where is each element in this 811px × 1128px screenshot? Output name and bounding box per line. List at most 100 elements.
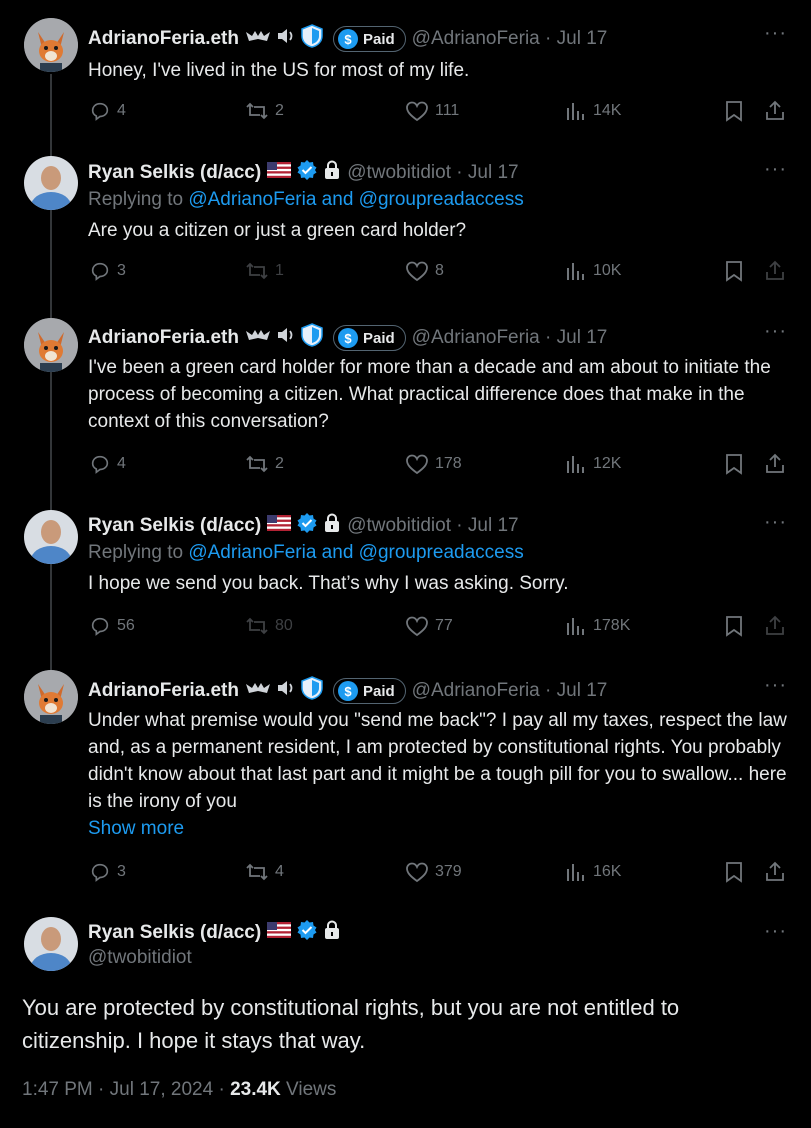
tweet-date[interactable]: Jul 17 [468,162,519,184]
more-options-button[interactable]: ··· [764,920,787,943]
replying-to-link[interactable]: @AdrianoFeria and @groupreadaccess [188,542,523,563]
reply-button[interactable]: 4 [89,100,126,122]
tweet-header: AdrianoFeria.eth $ Paid @AdrianoFeria · J… [88,323,607,353]
paid-badge[interactable]: $ Paid [332,678,406,704]
bat-icon [245,680,271,702]
views-button[interactable]: 10K [565,260,621,282]
share-button[interactable] [764,615,786,637]
like-icon [406,862,428,883]
repost-button[interactable]: 1 [245,260,284,282]
tweet-header: AdrianoFeria.eth $ Paid @AdrianoFeria · J… [88,676,607,706]
bookmark-button[interactable] [724,861,744,883]
author-handle[interactable]: @AdrianoFeria [412,28,540,50]
focus-tweet[interactable]: Ryan Selkis (d/acc) @twobitidiot ··· You… [0,905,811,1128]
share-button[interactable] [764,100,786,122]
author-name[interactable]: AdrianoFeria.eth [88,680,239,702]
bookmark-button[interactable] [724,615,744,637]
more-options-button[interactable]: ··· [764,158,787,181]
author-name[interactable]: Ryan Selkis (d/acc) [88,515,261,537]
flag-us-icon [267,515,292,537]
lock-icon [323,920,341,946]
more-options-button[interactable]: ··· [764,511,787,534]
views-button[interactable]: 14K [565,100,621,122]
profile-badges [245,676,323,706]
reply-button[interactable]: 3 [89,861,126,883]
share-button[interactable] [764,260,786,282]
like-button[interactable]: 111 [405,100,459,122]
like-button[interactable]: 178 [405,453,462,475]
avatar[interactable] [24,318,78,372]
views-count: 23.4K [230,1079,281,1100]
replying-to-link[interactable]: @AdrianoFeria and @groupreadaccess [188,189,523,210]
tweet-3[interactable]: AdrianoFeria.eth $ Paid @AdrianoFeria · J… [0,300,811,500]
replying-to: Replying to @AdrianoFeria and @groupread… [88,189,524,210]
tweet-timestamp[interactable]: 1:47 PM · Jul 17, 2024 · [22,1079,230,1100]
bookmark-button[interactable] [724,100,744,122]
paid-badge[interactable]: $ Paid [332,26,406,52]
tweet-date[interactable]: Jul 17 [557,327,608,349]
author-name[interactable]: AdrianoFeria.eth [88,327,239,349]
author-name[interactable]: Ryan Selkis (d/acc) [88,162,261,184]
tweet-text: Honey, I've lived in the US for most of … [88,60,470,81]
author-handle[interactable]: @AdrianoFeria [412,680,540,702]
author-handle[interactable]: @AdrianoFeria [412,327,540,349]
reply-icon [91,455,109,474]
tweet-1[interactable]: AdrianoFeria.eth $ Paid @AdrianoFeria · J… [0,0,811,150]
author-handle[interactable]: @twobitidiot [347,515,451,537]
tweet-header: Ryan Selkis (d/acc) @twobitidiot · Jul 1… [88,512,519,540]
verified-icon[interactable] [296,512,318,540]
author-handle[interactable]: @twobitidiot [347,162,451,184]
author-handle[interactable]: @twobitidiot [88,947,192,969]
paid-badge[interactable]: $ Paid [332,325,406,351]
like-icon [406,454,428,475]
tweet-date[interactable]: Jul 17 [557,680,608,702]
reply-button[interactable]: 56 [89,615,135,637]
author-name[interactable]: Ryan Selkis (d/acc) [88,922,261,944]
avatar[interactable] [24,510,78,564]
views-button[interactable]: 16K [565,861,621,883]
tweet-5[interactable]: AdrianoFeria.eth $ Paid @AdrianoFeria · J… [0,660,811,905]
avatar[interactable] [24,670,78,724]
bookmark-button[interactable] [724,260,744,282]
avatar[interactable] [24,917,78,971]
repost-button[interactable]: 2 [245,100,284,122]
repost-button[interactable]: 80 [245,615,293,637]
more-options-button[interactable]: ··· [764,320,787,343]
avatar[interactable] [24,156,78,210]
author-name[interactable]: AdrianoFeria.eth [88,28,239,50]
like-count: 379 [435,863,462,880]
share-button[interactable] [764,453,786,475]
like-button[interactable]: 379 [405,861,462,883]
views-button[interactable]: 178K [565,615,630,637]
tweet-4[interactable]: Ryan Selkis (d/acc) @twobitidiot · Jul 1… [0,500,811,660]
views-button[interactable]: 12K [565,453,621,475]
tweet-text: You are protected by constitutional righ… [22,995,680,1053]
like-count: 77 [435,617,453,634]
reply-icon [91,102,109,121]
views-count: 16K [593,863,622,880]
verified-icon[interactable] [296,159,318,187]
tweet-date[interactable]: Jul 17 [557,28,608,50]
more-options-button[interactable]: ··· [764,22,787,45]
reply-button[interactable]: 3 [89,260,126,282]
verified-icon[interactable] [296,919,318,947]
date-separator: · [539,28,557,49]
shield-icon [301,323,323,353]
avatar[interactable] [24,18,78,72]
like-button[interactable]: 8 [405,260,444,282]
views-icon [567,618,584,635]
repost-button[interactable]: 4 [245,861,284,883]
bookmark-button[interactable] [724,453,744,475]
repost-icon [246,863,268,881]
tweet-date[interactable]: Jul 17 [468,515,519,537]
date-separator: · [539,327,557,348]
lock-icon [323,160,341,186]
show-more-link[interactable]: Show more [88,818,184,840]
reply-button[interactable]: 4 [89,453,126,475]
share-button[interactable] [764,861,786,883]
tweet-2[interactable]: Ryan Selkis (d/acc) @twobitidiot · Jul 1… [0,150,811,300]
more-options-button[interactable]: ··· [764,674,787,697]
repost-button[interactable]: 2 [245,453,284,475]
like-button[interactable]: 77 [405,615,453,637]
shield-icon [301,676,323,706]
